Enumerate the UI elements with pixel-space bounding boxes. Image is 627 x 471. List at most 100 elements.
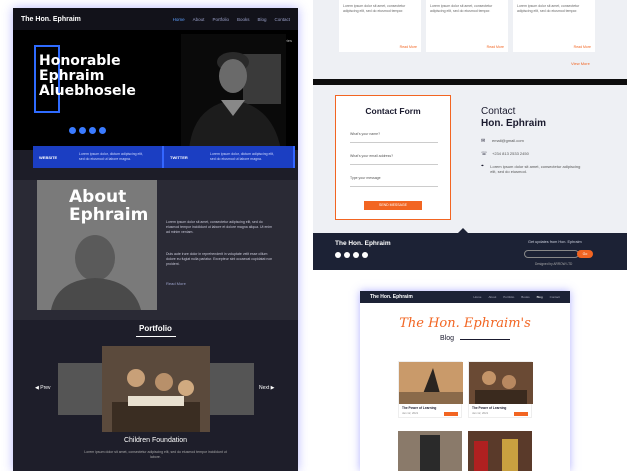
instagram-icon[interactable] (353, 252, 359, 258)
post-title: The Power of Learning (402, 406, 437, 410)
content-card: Lorem ipsum dolor sit amet, consectetur … (339, 0, 421, 52)
portfolio-heading: Portfolio (139, 324, 172, 333)
facebook-icon[interactable] (335, 252, 341, 258)
phone-icon: ☏ (481, 151, 488, 157)
hero-portrait (181, 34, 286, 150)
footer-credit: Designed by ARROW LTD (535, 262, 573, 266)
post-date: Jan 12, 2021 (472, 411, 489, 415)
nav-link-portfolio[interactable]: Portfolio (212, 17, 229, 22)
next-slide-button[interactable]: Next ▶ (259, 385, 275, 391)
instagram-icon[interactable] (89, 127, 96, 134)
blog-nav-links: Home About Portfolio Books Blog Contact (473, 295, 560, 299)
contact-email[interactable]: email@gmail.com (492, 138, 524, 144)
contact-email-row: ✉ email@gmail.com (481, 138, 524, 144)
blog-nav-link-portfolio[interactable]: Portfolio (503, 295, 514, 299)
heading-underline (136, 336, 176, 337)
blog-nav-link-home[interactable]: Home (473, 295, 481, 299)
post-image[interactable] (398, 431, 462, 471)
facebook-icon[interactable] (69, 127, 76, 134)
hero-section: Hon Login Stories Honorable Ephraim Alue… (13, 30, 298, 150)
brand-logo[interactable]: The Hon. Ephraim (21, 16, 81, 23)
blog-post-card[interactable]: The Power of Learning Jan 12, 2021 (468, 361, 533, 418)
name-field[interactable]: What's your name? (350, 132, 438, 143)
blog-subtitle-line (460, 339, 510, 340)
contact-info-heading: Contact Hon. Ephraim (481, 106, 546, 129)
cards-row: Lorem ipsum dolor sit amet, consectetur … (339, 0, 595, 52)
hero-title-line: Ephraim (39, 68, 105, 84)
twitter-icon[interactable] (344, 252, 350, 258)
info-text: Lorem ipsum dolor, dictum adipiscing eli… (210, 152, 275, 161)
post-image (399, 362, 463, 404)
message-field[interactable]: Type your message (350, 176, 438, 187)
blog-post-card[interactable]: The Power of Learning Jan 12, 2021 (398, 361, 463, 418)
email-field[interactable]: What's your email address? (350, 154, 438, 165)
read-post-button[interactable] (444, 412, 458, 416)
subscribe-input[interactable] (524, 250, 579, 258)
about-heading-line: Ephraim (69, 205, 149, 225)
slide-preview-right[interactable] (209, 363, 254, 415)
contact-page-mockup: Lorem ipsum dolor sit amet, consectetur … (313, 0, 627, 270)
card-read-more-link[interactable]: Read More (487, 45, 504, 49)
mail-icon: ✉ (481, 138, 486, 144)
contact-phone-row: ☏ +234 813 2533 2450 (481, 151, 529, 157)
blog-nav: The Hon. Ephraim Home About Portfolio Books… (360, 291, 570, 303)
info-label: WEBSITE (39, 154, 58, 160)
card-text: Lorem ipsum dolor sit amet, consectetur … (343, 4, 406, 13)
card-text: Lorem ipsum dolor sit amet, consectetur … (517, 4, 580, 13)
blog-subtitle: Blog (440, 335, 455, 342)
blog-brand[interactable]: The Hon. Ephraim (370, 294, 413, 300)
card-read-more-link[interactable]: Read More (400, 45, 417, 49)
slide-preview-left[interactable] (58, 363, 103, 415)
hero-title: Honorable Ephraim Aluebhosele (39, 54, 136, 99)
about-paragraph: Lorem ipsum dolor sit amet, consectetur … (166, 220, 273, 234)
info-cell: WEBSITE Lorem ipsum dolor, dictum adipisc… (33, 146, 164, 168)
nav-link-home[interactable]: Home (173, 17, 185, 22)
slide-description: Lorem ipsum dolor sit amet, consectetur … (84, 450, 227, 459)
blog-nav-link-contact[interactable]: Contact (550, 295, 560, 299)
about-heading: About Ephraim (69, 188, 148, 224)
slide-caption: Children Foundation (123, 437, 188, 444)
linkedin-icon[interactable] (99, 127, 106, 134)
blog-nav-link-books[interactable]: Books (521, 295, 529, 299)
post-image (469, 362, 533, 404)
post-image[interactable] (468, 431, 532, 471)
nav-link-books[interactable]: Books (237, 17, 250, 22)
card-read-more-link[interactable]: Read More (574, 45, 591, 49)
blog-nav-link-about[interactable]: About (488, 295, 496, 299)
social-icons (69, 127, 106, 134)
homepage-mockup: The Hon. Ephraim Home About Portfolio Books… (13, 8, 298, 471)
top-nav: The Hon. Ephraim Home About Portfolio Books… (13, 8, 298, 30)
nav-links: Home About Portfolio Books Blog Contact (173, 17, 290, 22)
nav-link-contact[interactable]: Contact (274, 17, 290, 22)
info-text: Lorem ipsum dolor, dictum adipiscing eli… (79, 152, 144, 161)
blog-page-mockup: The Hon. Ephraim Home About Portfolio Books… (360, 291, 570, 471)
content-card: Lorem ipsum dolor sit amet, consectetur … (426, 0, 508, 52)
read-post-button[interactable] (514, 412, 528, 416)
linkedin-icon[interactable] (362, 252, 368, 258)
about-heading-line: About (69, 187, 127, 207)
prev-label: Prev (40, 385, 51, 391)
contact-address: Lorem ipsum dolor sit amet, consectetur … (490, 164, 581, 174)
section-divider (313, 79, 627, 85)
nav-link-blog[interactable]: Blog (257, 17, 266, 22)
footer-brand[interactable]: The Hon. Ephraim (335, 240, 391, 247)
contact-name: Hon. Ephraim (481, 118, 547, 129)
post-title: The Power of Learning (472, 406, 507, 410)
content-card: Lorem ipsum dolor sit amet, consectetur … (513, 0, 595, 52)
view-more-link[interactable]: View More (571, 61, 590, 66)
subscribe-button[interactable]: Go (577, 250, 593, 258)
hero-title-line: Honorable (39, 53, 121, 69)
slide-image (102, 346, 210, 432)
contact-address-row: ⌖ Lorem ipsum dolor sit amet, consectetu… (481, 164, 581, 175)
about-section: About Ephraim Lorem ipsum dolor sit amet… (13, 180, 298, 320)
contact-phone[interactable]: +234 813 2533 2450 (492, 151, 529, 157)
twitter-icon[interactable] (79, 127, 86, 134)
read-more-link[interactable]: Read More (166, 281, 186, 286)
info-bar: WEBSITE Lorem ipsum dolor, dictum adipisc… (33, 146, 295, 168)
nav-link-about[interactable]: About (193, 17, 205, 22)
blog-title: The Hon. Ephraim's (399, 316, 531, 331)
send-message-button[interactable]: SEND MESSAGE (364, 201, 422, 210)
prev-slide-button[interactable]: ◀ Prev (35, 385, 51, 391)
about-paragraph: Duis aute irure dolor in reprehenderit i… (166, 252, 273, 266)
blog-nav-link-blog[interactable]: Blog (537, 295, 543, 299)
